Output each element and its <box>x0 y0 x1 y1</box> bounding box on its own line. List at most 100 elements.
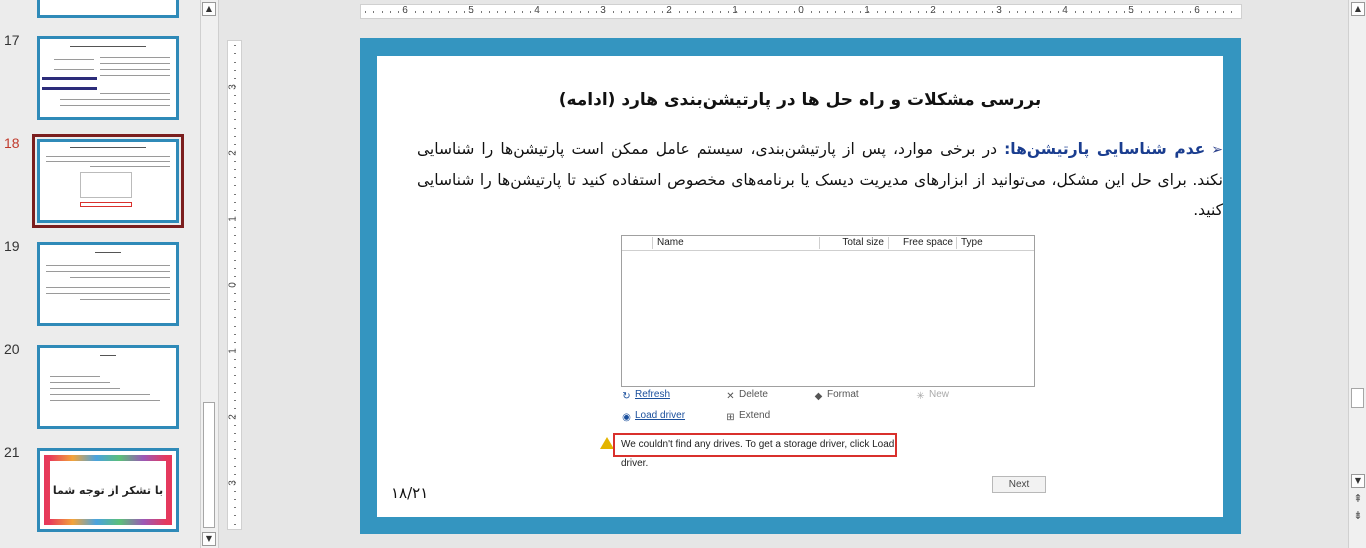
slide-thumbnail-17[interactable] <box>37 36 179 120</box>
ruler-tick <box>1049 11 1051 13</box>
new-button: ✳ New <box>916 389 950 402</box>
ruler-tick <box>744 11 746 13</box>
slide-thumbnail-18[interactable] <box>32 134 184 228</box>
ruler-tick <box>234 45 236 46</box>
ruler-tick <box>414 11 416 13</box>
ruler-tick <box>1082 11 1084 13</box>
next-slide-icon[interactable]: ⇟ <box>1351 510 1365 522</box>
ruler-tick <box>234 449 236 451</box>
ruler-tick <box>234 102 236 104</box>
ruler-tick <box>662 11 663 13</box>
scroll-up-arrow-icon[interactable]: ▲ <box>202 2 216 16</box>
ruler-tick <box>234 350 236 352</box>
ruler-tick <box>234 424 236 426</box>
sparkle-icon: ✳ <box>916 391 925 402</box>
ruler-mark: 3 <box>227 480 239 486</box>
ruler-tick <box>234 94 236 96</box>
ruler-tick <box>975 11 977 13</box>
ruler-tick <box>1157 11 1158 13</box>
ruler-tick <box>234 482 236 484</box>
ruler-tick <box>234 317 236 319</box>
ruler-tick <box>950 11 952 13</box>
slide-number-19: 19 <box>4 238 20 254</box>
ruler-tick <box>612 11 614 13</box>
ruler-tick <box>868 11 870 13</box>
refresh-icon: ↻ <box>622 391 631 402</box>
ruler-tick <box>234 474 236 475</box>
ruler-tick <box>1066 11 1068 13</box>
slide-number-18: 18 <box>4 135 20 151</box>
ruler-tick <box>851 11 853 13</box>
ruler-tick <box>983 11 985 13</box>
ruler-tick <box>596 11 597 13</box>
ruler-tick <box>909 11 911 13</box>
ruler-tick <box>234 53 236 55</box>
ruler-tick <box>234 243 236 244</box>
ruler-tick <box>234 251 236 253</box>
ruler-tick <box>587 11 589 13</box>
scroll-down-arrow-icon[interactable]: ▼ <box>1351 474 1365 488</box>
scroll-down-arrow-icon[interactable]: ▼ <box>202 532 216 546</box>
ruler-tick <box>398 11 399 13</box>
ruler-tick <box>234 201 236 203</box>
scroll-up-arrow-icon[interactable]: ▲ <box>1351 2 1365 16</box>
ruler-tick <box>488 11 490 13</box>
ruler-tick <box>1190 11 1191 13</box>
ruler-tick <box>538 11 540 13</box>
slide-title[interactable]: بررسی مشکلات و راه حل ها در پارتیشن‌بندی… <box>377 90 1223 110</box>
ruler-tick <box>678 11 680 13</box>
ruler-tick <box>365 11 366 13</box>
ruler-tick <box>1091 11 1092 13</box>
ruler-tick <box>1074 11 1076 13</box>
ruler-tick <box>917 11 919 13</box>
ruler-tick <box>234 408 236 409</box>
ruler-tick <box>686 11 688 13</box>
ruler-tick <box>1016 11 1018 13</box>
ruler-tick <box>1206 11 1208 13</box>
ruler-tick <box>1140 11 1142 13</box>
ruler-tick <box>810 11 812 13</box>
ruler-tick <box>670 11 672 13</box>
slide-body-text[interactable]: ➢عدم شناسایی پارتیشن‌ها: در برخی موارد، … <box>417 134 1223 225</box>
slide-thumbnail-21[interactable]: با تشکر از توجه شما <box>37 448 179 532</box>
thank-you-text: با تشکر از توجه شما <box>44 455 172 525</box>
ruler-tick <box>234 432 236 434</box>
disk-icon: ◉ <box>622 412 631 423</box>
extend-icon: ⊞ <box>726 412 735 423</box>
ruler-tick <box>234 234 236 236</box>
ruler-tick <box>1008 11 1010 13</box>
ruler-tick <box>234 383 236 385</box>
slide-scrollbar-thumb[interactable] <box>1351 388 1364 408</box>
slide-thumbnail-16[interactable] <box>37 0 179 18</box>
ruler-tick <box>234 391 236 393</box>
thumbnail-scrollbar-thumb[interactable] <box>203 402 215 528</box>
slide-scrollbar[interactable]: ▲ ▼ ⇞ ⇟ <box>1348 0 1366 548</box>
slide-thumbnail-19[interactable] <box>37 242 179 326</box>
ruler-mark: 1 <box>227 348 239 354</box>
ruler-tick <box>1124 11 1125 13</box>
ruler-tick <box>234 284 236 286</box>
slide-canvas[interactable]: بررسی مشکلات و راه حل ها در پارتیشن‌بندی… <box>360 38 1241 534</box>
ruler-tick <box>1025 11 1026 13</box>
ruler-tick <box>234 309 236 310</box>
ruler-tick <box>620 11 622 13</box>
ruler-tick <box>234 292 236 294</box>
ruler-tick <box>530 11 531 13</box>
ruler-tick <box>234 193 236 195</box>
ruler-tick <box>234 325 236 327</box>
ruler-tick <box>406 11 408 13</box>
ruler-tick <box>234 111 236 112</box>
ruler-mark: 3 <box>227 84 239 90</box>
ruler-tick <box>447 11 449 13</box>
previous-slide-icon[interactable]: ⇞ <box>1351 493 1365 505</box>
slide-thumbnail-pane: 17 18 19 20 21 با تشکر از توجه شما <box>0 0 218 548</box>
ruler-tick <box>234 366 236 368</box>
ruler-tick <box>1148 11 1150 13</box>
ruler-tick <box>835 11 837 13</box>
ruler-tick <box>455 11 457 13</box>
slide-thumbnail-20[interactable] <box>37 345 179 429</box>
ruler-tick <box>505 11 507 13</box>
ruler-tick <box>234 276 236 277</box>
ruler-tick <box>1181 11 1183 13</box>
thumbnail-scrollbar[interactable]: ▲ ▼ <box>200 0 218 548</box>
